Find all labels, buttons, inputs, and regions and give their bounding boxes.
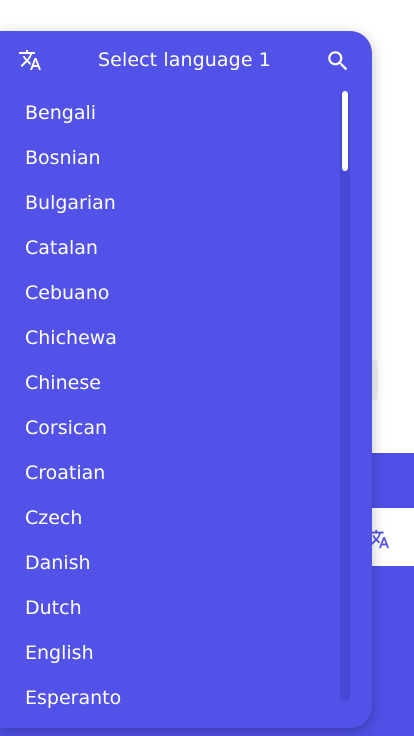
language-option[interactable]: Chichewa: [25, 316, 117, 361]
background-divider: [372, 360, 378, 400]
language-option[interactable]: Esperanto: [25, 676, 121, 721]
search-icon[interactable]: [325, 48, 351, 74]
language-option[interactable]: Chinese: [25, 361, 101, 406]
language-option[interactable]: Danish: [25, 541, 91, 586]
language-option[interactable]: Bengali: [25, 91, 96, 136]
language-option[interactable]: Dutch: [25, 586, 82, 631]
language-option[interactable]: Bosnian: [25, 136, 101, 181]
language-option[interactable]: Catalan: [25, 226, 98, 271]
scrollbar-thumb[interactable]: [342, 91, 348, 171]
dropdown-header: Select language 1: [0, 31, 372, 91]
language-option[interactable]: Cebuano: [25, 271, 109, 316]
language-option[interactable]: Croatian: [25, 451, 105, 496]
page: Select language 1 Bengali Bosnian Bulgar…: [0, 0, 414, 736]
translate-icon: [19, 50, 41, 70]
language-option[interactable]: Bulgarian: [25, 181, 116, 226]
language-option[interactable]: Corsican: [25, 406, 107, 451]
language-option[interactable]: Czech: [25, 496, 82, 541]
language-option[interactable]: English: [25, 631, 94, 676]
language-list[interactable]: Bengali Bosnian Bulgarian Catalan Cebuan…: [0, 91, 340, 728]
language-dropdown[interactable]: Select language 1 Bengali Bosnian Bulgar…: [0, 31, 372, 728]
dropdown-title: Select language 1: [98, 49, 271, 71]
scrollbar-track[interactable]: [340, 91, 350, 701]
